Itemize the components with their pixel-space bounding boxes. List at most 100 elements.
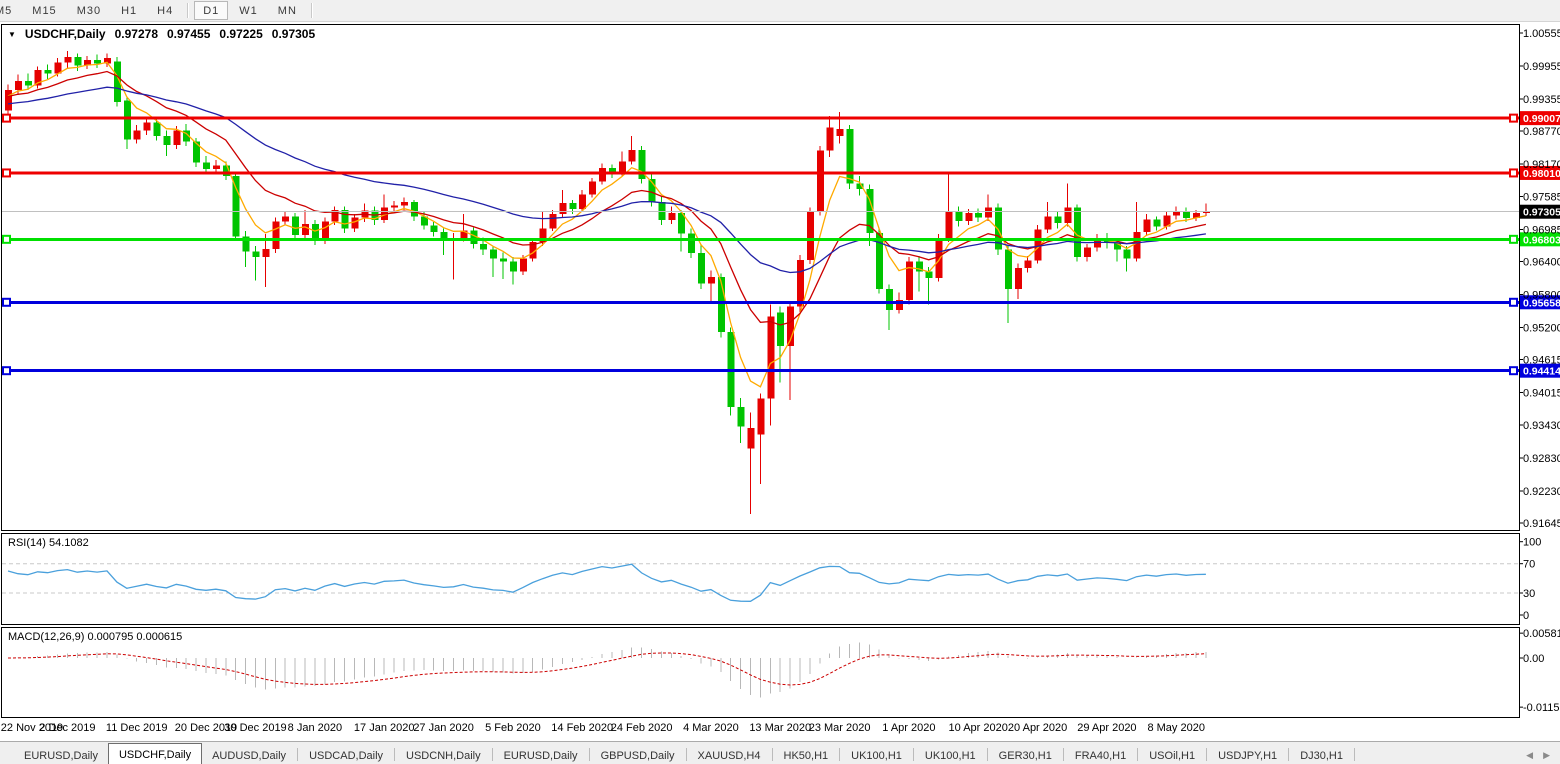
candlestick <box>203 162 210 170</box>
hline-left-handle[interactable] <box>2 234 11 244</box>
candlestick <box>698 253 705 284</box>
candlestick <box>777 312 785 347</box>
price-axis-label: 0.99955 <box>1523 61 1560 73</box>
chart-canvas: 0.990070.980100.968030.956580.944140.973… <box>1 24 1560 734</box>
hline-left-handle[interactable] <box>2 168 11 178</box>
chart-symbol-title: USDCHF,Daily <box>24 27 106 41</box>
tab-separator <box>588 748 590 761</box>
candlestick <box>935 238 943 278</box>
date-axis-label: 11 Dec 2019 <box>106 722 168 734</box>
rsi-panel <box>1 533 1520 625</box>
candlestick <box>163 136 171 145</box>
price-axis-label: 0.97585 <box>1523 191 1560 203</box>
candlestick <box>262 248 270 258</box>
candlestick <box>391 205 399 208</box>
candlestick <box>757 398 765 435</box>
candlestick <box>707 276 715 284</box>
candlestick <box>153 122 161 137</box>
tab-scroll-left-icon[interactable]: ◀ <box>1526 750 1533 761</box>
macd-axis-label: -0.01151 <box>1523 702 1560 714</box>
candlestick <box>500 258 507 262</box>
candlestick <box>480 243 488 250</box>
candlestick <box>826 127 834 151</box>
candlestick <box>628 149 636 162</box>
candlestick <box>24 81 32 86</box>
chart-tab-FRA40-H1[interactable]: FRA40,H1 <box>1065 746 1136 764</box>
candlestick <box>1014 268 1022 289</box>
chart-tab-EURUSD-Daily[interactable]: EURUSD,Daily <box>494 746 588 764</box>
chart-title-row: ▼ USDCHF,Daily 0.97278 0.97455 0.97225 0… <box>8 27 315 41</box>
timeframe-button-M5[interactable]: M5 <box>0 1 21 20</box>
hline-left-handle[interactable] <box>2 297 11 307</box>
candlestick <box>1024 260 1032 269</box>
hline-left-handle[interactable] <box>2 113 11 123</box>
chart-tab-GBPUSD-Daily[interactable]: GBPUSD,Daily <box>591 746 685 764</box>
candlestick <box>44 70 52 74</box>
chart-tab-bar: EURUSD,Daily USDCHF,Daily AUDUSD,Daily USDC… <box>0 741 1560 764</box>
date-axis-label: 17 Jan 2020 <box>354 722 415 734</box>
toolbar-separator <box>310 3 313 18</box>
candlestick <box>509 261 517 272</box>
date-axis-label: 8 May 2020 <box>1147 722 1204 734</box>
chart-tab-USDCNH-Daily[interactable]: USDCNH,Daily <box>396 746 491 764</box>
hline-left-handle[interactable] <box>2 366 11 376</box>
timeframe-button-H4[interactable]: H4 <box>148 1 182 20</box>
timeframe-button-W1[interactable]: W1 <box>230 1 267 20</box>
chart-tab-USDCHF-Daily[interactable]: USDCHF,Daily <box>107 743 203 764</box>
timeframe-button-D1[interactable]: D1 <box>194 1 229 20</box>
current-price-badge-label: 0.97305 <box>1523 207 1560 219</box>
ohlc-high: 0.97455 <box>167 27 211 41</box>
price-badge-label: 0.94414 <box>1523 366 1560 378</box>
ohlc-open: 0.97278 <box>114 27 158 41</box>
date-axis-label: 23 Mar 2020 <box>809 722 871 734</box>
candlestick <box>688 233 696 254</box>
candlestick <box>1064 207 1072 223</box>
hline-right-handle[interactable] <box>1509 234 1518 244</box>
chart-tab-GER30-H1[interactable]: GER30,H1 <box>989 746 1062 764</box>
hline-right-handle[interactable] <box>1509 113 1518 123</box>
candlestick <box>747 428 755 449</box>
price-axis-label: 1.00555 <box>1523 28 1560 40</box>
price-badge-label: 0.99007 <box>1523 113 1560 125</box>
chart-tab-HK50-H1[interactable]: HK50,H1 <box>774 746 839 764</box>
candlestick <box>14 81 22 90</box>
chart-tab-USDJPY-H1[interactable]: USDJPY,H1 <box>1208 746 1287 764</box>
timeframe-button-H1[interactable]: H1 <box>112 1 146 20</box>
candlestick <box>1123 249 1131 259</box>
rsi-indicator-label: RSI(14) 54.1082 <box>8 537 89 549</box>
symbol-dropdown-icon[interactable]: ▼ <box>8 30 16 39</box>
candlestick <box>74 56 82 66</box>
price-axis-label: 0.93430 <box>1523 420 1560 432</box>
date-axis-label: 10 Apr 2020 <box>949 722 1008 734</box>
candlestick <box>302 224 309 236</box>
price-axis-label: 0.92830 <box>1523 453 1560 465</box>
macd-axis-label: 0.005818 <box>1523 628 1560 640</box>
chart-tab-AUDUSD-Daily[interactable]: AUDUSD,Daily <box>202 746 296 764</box>
hline-right-handle[interactable] <box>1509 297 1518 307</box>
chart-tab-UK100-H1[interactable]: UK100,H1 <box>841 746 912 764</box>
date-axis-label: 13 Mar 2020 <box>749 722 811 734</box>
hline-right-handle[interactable] <box>1509 366 1518 376</box>
chart-tab-USOil-H1[interactable]: USOil,H1 <box>1139 746 1205 764</box>
candlestick <box>193 141 201 163</box>
candlestick <box>925 271 933 278</box>
candlestick <box>1044 216 1052 230</box>
candlestick <box>321 221 329 240</box>
tab-separator <box>297 748 299 761</box>
chart-tab-UK100-H1[interactable]: UK100,H1 <box>915 746 986 764</box>
candlestick <box>212 165 220 170</box>
chart-tab-USDCAD-Daily[interactable]: USDCAD,Daily <box>299 746 393 764</box>
tab-scroll-right-icon[interactable]: ▶ <box>1543 750 1550 761</box>
tab-separator <box>491 748 493 761</box>
chart-tab-XAUUSD-H4[interactable]: XAUUSD,H4 <box>688 746 771 764</box>
candlestick <box>846 128 854 184</box>
timeframe-button-M30[interactable]: M30 <box>68 1 110 20</box>
candlestick <box>569 203 577 210</box>
timeframe-button-MN[interactable]: MN <box>269 1 306 20</box>
hline-right-handle[interactable] <box>1509 168 1518 178</box>
chart-tab-DJ30-H1[interactable]: DJ30,H1 <box>1290 746 1353 764</box>
chart-tab-EURUSD-Daily[interactable]: EURUSD,Daily <box>14 746 108 764</box>
candlestick <box>767 316 775 399</box>
timeframe-button-M15[interactable]: M15 <box>23 1 65 20</box>
candlestick <box>252 251 260 258</box>
